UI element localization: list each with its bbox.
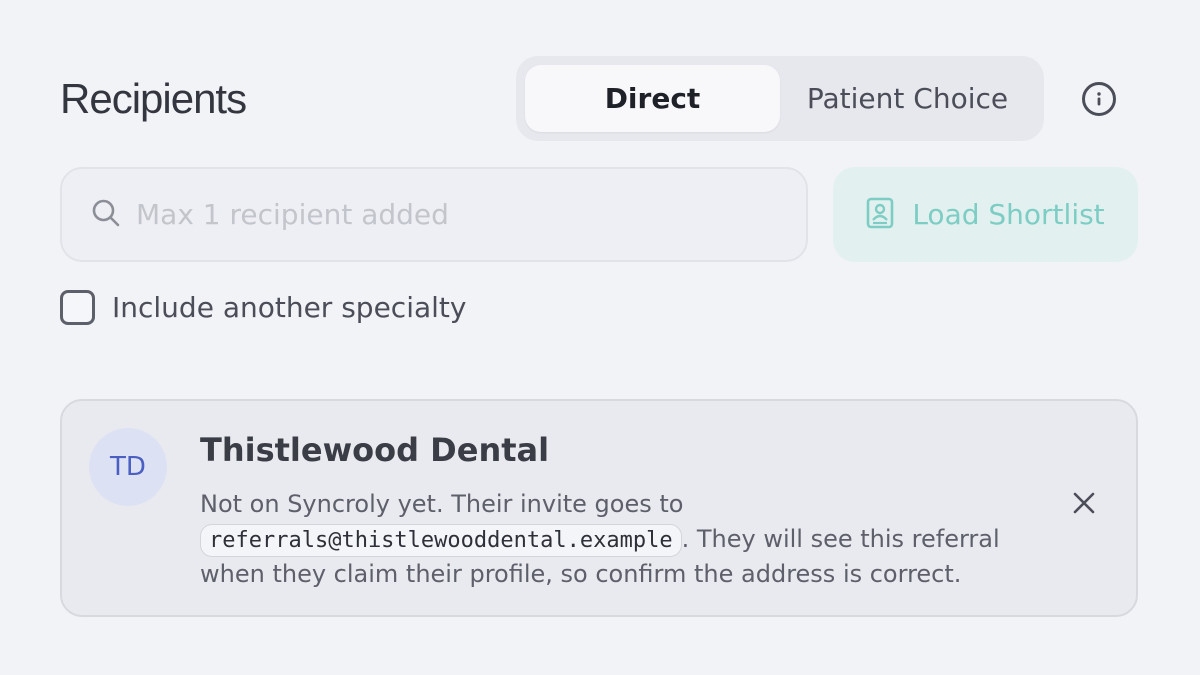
tab-direct[interactable]: Direct [525, 65, 780, 132]
info-icon[interactable] [1082, 82, 1116, 116]
search-icon [90, 197, 122, 233]
load-shortlist-label: Load Shortlist [912, 198, 1105, 231]
contact-book-icon [866, 197, 894, 232]
recipient-search [60, 167, 808, 262]
invite-email: referrals@thistlewooddental.example [200, 524, 682, 557]
include-specialty-label[interactable]: Include another specialty [112, 291, 466, 324]
recipient-mode-toggle: Direct Patient Choice [516, 56, 1044, 141]
recipient-card: TD Thistlewood Dental Not on Syncroly ye… [60, 399, 1138, 617]
include-specialty-checkbox[interactable] [60, 290, 95, 325]
recipient-invite-message: Not on Syncroly yet. Their invite goes t… [200, 487, 1040, 592]
load-shortlist-button[interactable]: Load Shortlist [833, 167, 1138, 262]
page-title: Recipients [60, 75, 247, 122]
recipient-search-input[interactable] [136, 198, 806, 231]
recipient-name: Thistlewood Dental [200, 431, 550, 469]
avatar: TD [89, 428, 167, 506]
invite-message-start: Not on Syncroly yet. Their invite goes t… [200, 490, 684, 518]
recipients-panel: Recipients Direct Patient Choice Max 1 r… [0, 0, 1200, 675]
include-specialty-option: Include another specialty [60, 290, 466, 325]
close-icon [1072, 491, 1096, 519]
remove-recipient-button[interactable] [1066, 487, 1102, 523]
tab-patient-choice[interactable]: Patient Choice [780, 65, 1035, 132]
